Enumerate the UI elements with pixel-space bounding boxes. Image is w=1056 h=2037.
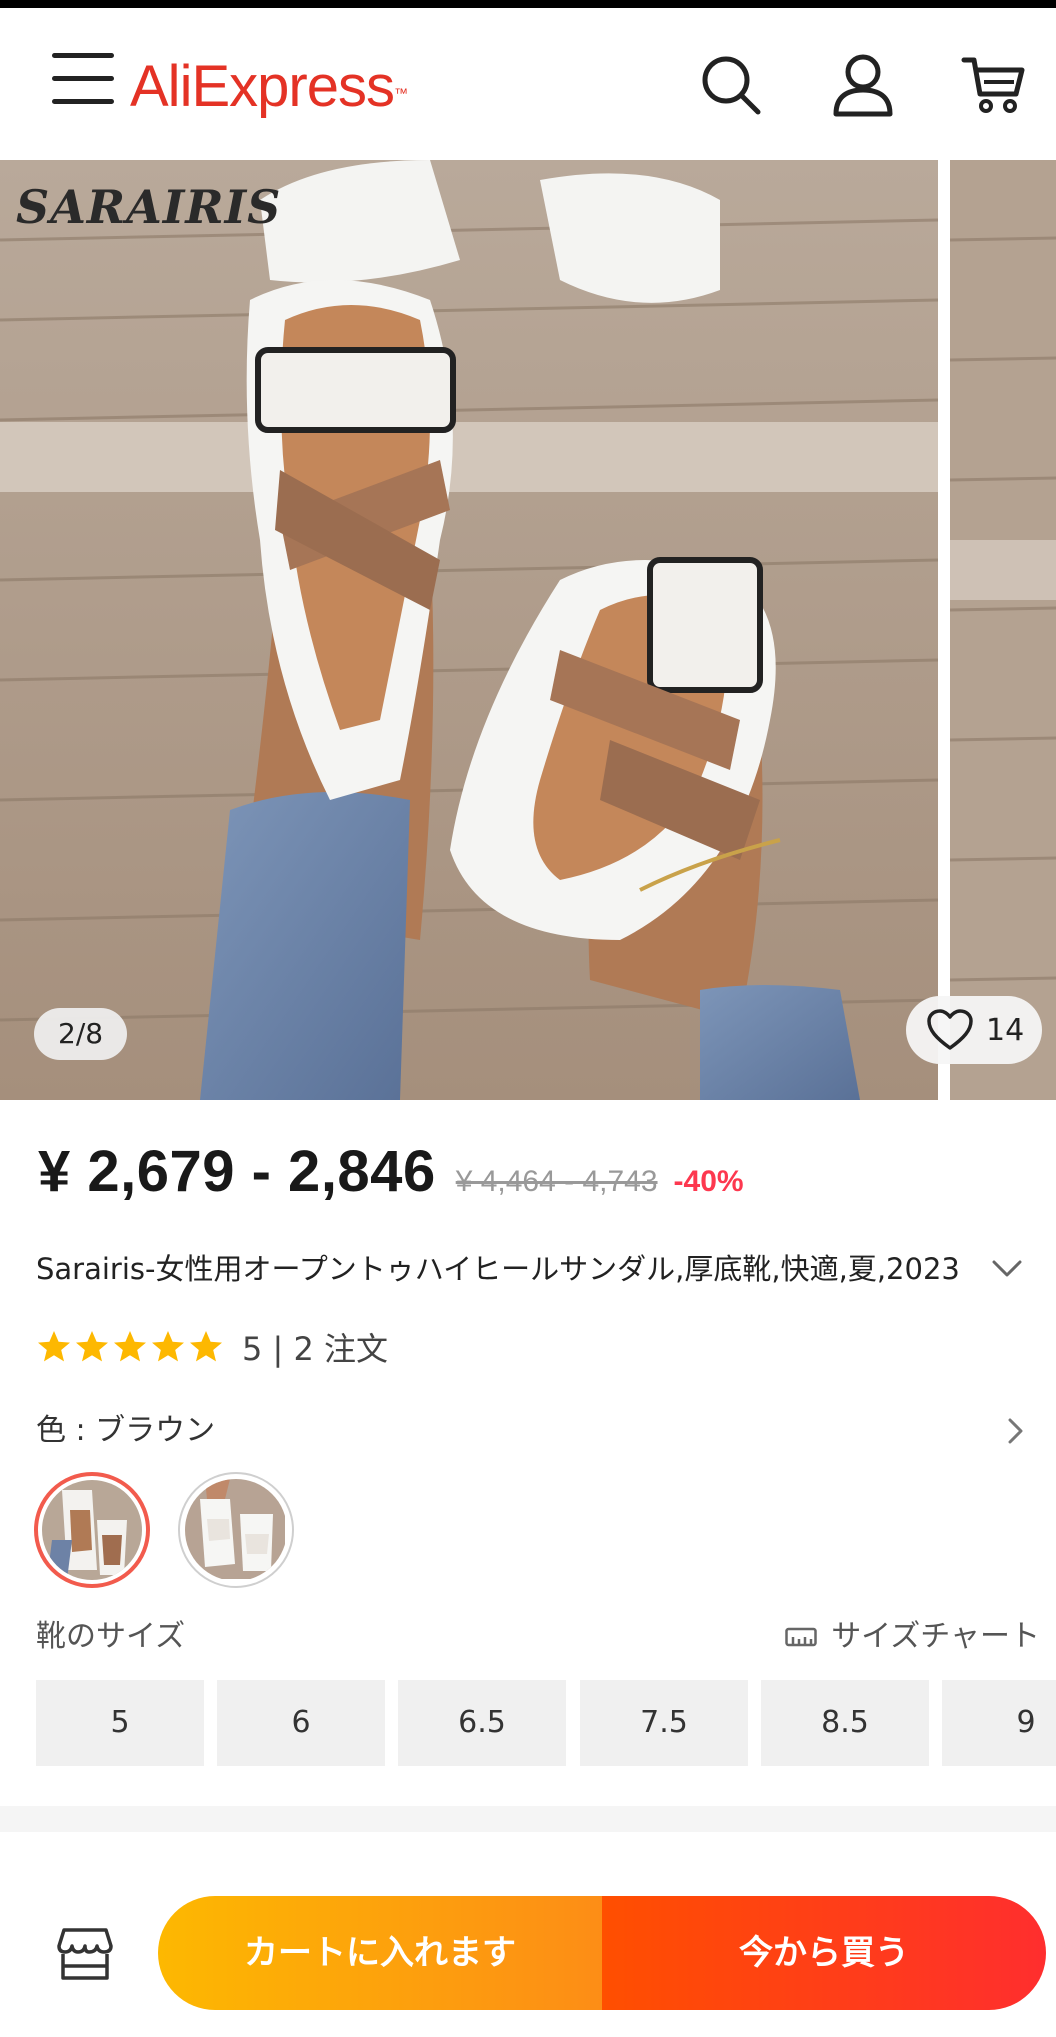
- size-chart-link[interactable]: サイズチャート: [785, 1612, 1040, 1662]
- chevron-down-icon[interactable]: [990, 1252, 1024, 1286]
- wishlist-count: 14: [986, 1012, 1025, 1048]
- rating-and-orders: 5 | 2 注文: [242, 1330, 389, 1368]
- section-divider: [0, 1806, 1056, 1832]
- size-option[interactable]: 6.5: [398, 1680, 566, 1766]
- color-label: 色 : ブラウン: [36, 1413, 216, 1448]
- store-icon[interactable]: [56, 1924, 114, 1982]
- star-icon: [190, 1331, 222, 1362]
- sandal-photo: [0, 160, 938, 1100]
- wishlist-button[interactable]: 14: [906, 996, 1043, 1064]
- product-title-row[interactable]: Sarairis-女性用オープントゥハイヒールサンダル,厚底靴,快適,夏,202…: [36, 1244, 1026, 1294]
- size-option[interactable]: 7.5: [580, 1680, 748, 1766]
- white-sandal-thumb: [185, 1479, 285, 1579]
- star-icon: [76, 1331, 108, 1362]
- menu-icon[interactable]: [52, 53, 114, 113]
- heart-icon: [927, 1009, 973, 1050]
- size-option[interactable]: 6: [217, 1680, 385, 1766]
- bottom-action-bar: カートに入れます 今から買う: [0, 1832, 1056, 2037]
- account-icon[interactable]: [828, 50, 898, 120]
- search-icon[interactable]: [696, 50, 766, 120]
- cart-icon[interactable]: [958, 50, 1028, 120]
- image-counter: 2/8: [34, 1008, 128, 1060]
- size-option[interactable]: 9: [942, 1680, 1056, 1766]
- size-option[interactable]: 5: [36, 1680, 204, 1766]
- price: ¥ 2,679 - 2,846: [38, 1139, 436, 1204]
- price-row: ¥ 2,679 - 2,846 ¥ 4,464 - 4,743 -40%: [38, 1138, 744, 1208]
- chevron-right-icon[interactable]: [1000, 1416, 1030, 1446]
- status-bar: [0, 0, 1056, 8]
- size-option[interactable]: 8.5: [761, 1680, 929, 1766]
- buy-now-button[interactable]: 今から買う: [602, 1896, 1046, 2010]
- product-image-gallery[interactable]: SARAIRIS 2/8 14: [0, 160, 1056, 1100]
- top-header: AliExpress™: [0, 8, 1056, 158]
- aliexpress-logo[interactable]: AliExpress™: [130, 52, 408, 122]
- ruler-icon: [785, 1627, 817, 1647]
- next-product-image[interactable]: [950, 160, 1056, 1100]
- product-image[interactable]: SARAIRIS 2/8: [0, 160, 938, 1100]
- product-title: Sarairis-女性用オープントゥハイヒールサンダル,厚底靴,快適,夏,202…: [36, 1252, 960, 1286]
- add-to-cart-button[interactable]: カートに入れます: [158, 1896, 602, 2010]
- color-selector-header[interactable]: 色 : ブラウン: [36, 1406, 1030, 1456]
- star-icon: [114, 1331, 146, 1362]
- star-icon: [152, 1331, 184, 1362]
- original-price: ¥ 4,464 - 4,743: [455, 1165, 658, 1198]
- next-photo: [950, 160, 1056, 1100]
- star-icon: [38, 1331, 70, 1362]
- brown-sandal-thumb: [42, 1480, 142, 1580]
- brand-watermark: SARAIRIS: [16, 180, 282, 234]
- color-swatch-brown[interactable]: [34, 1472, 150, 1588]
- rating-row[interactable]: 5 | 2 注文: [36, 1322, 388, 1372]
- size-options: 5 6 6.5 7.5 8.5 9: [36, 1680, 1056, 1766]
- discount-badge: -40%: [673, 1165, 744, 1198]
- color-swatch-white[interactable]: [178, 1472, 294, 1588]
- star-rating: [36, 1329, 224, 1365]
- size-selector-header: 靴のサイズ サイズチャート: [36, 1612, 1056, 1662]
